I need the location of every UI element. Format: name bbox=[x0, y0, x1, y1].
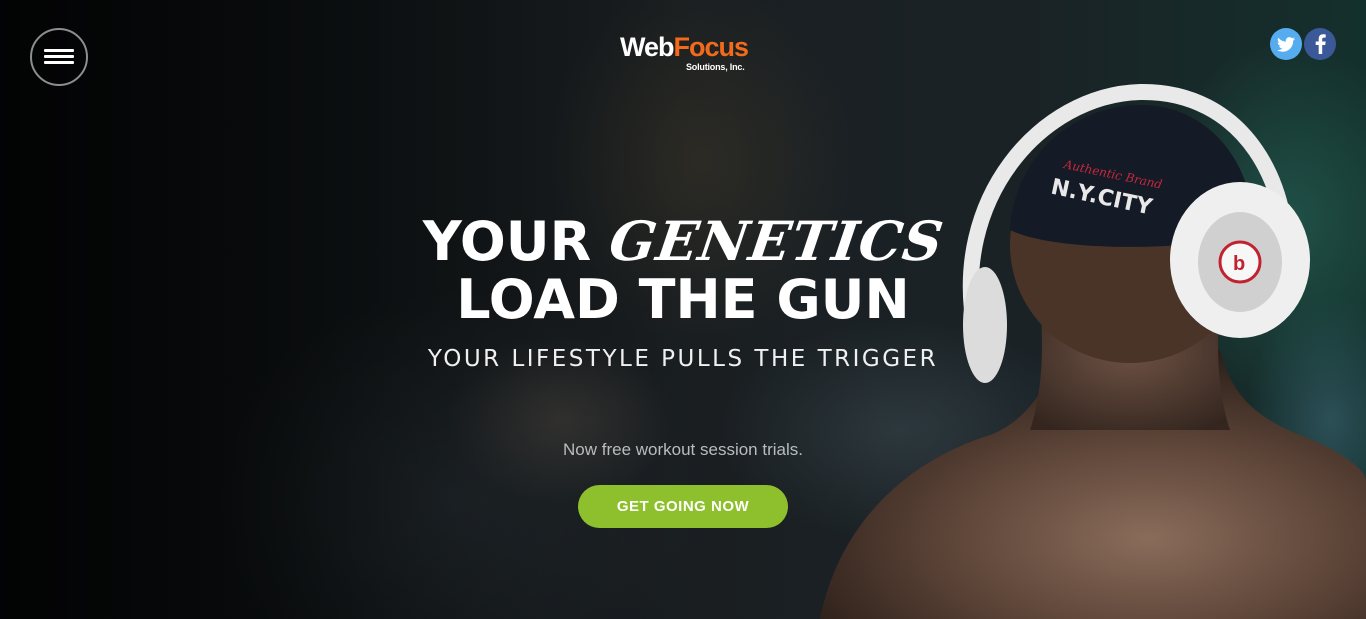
site-logo[interactable]: WebFocus Solutions, Inc. bbox=[620, 32, 750, 72]
headline-emphasis: GENETICS bbox=[605, 209, 948, 273]
facebook-button[interactable] bbox=[1304, 28, 1336, 60]
twitter-icon bbox=[1277, 36, 1295, 52]
logo-primary-web: Web bbox=[620, 32, 675, 62]
menu-button[interactable] bbox=[30, 28, 88, 86]
logo-primary-focus: Focus bbox=[673, 32, 750, 62]
hero-section: N.Y.CITY Authentic Brand b WebFocus Solu… bbox=[0, 0, 1366, 619]
get-going-now-button[interactable]: GET GOING NOW bbox=[578, 485, 788, 528]
twitter-button[interactable] bbox=[1270, 28, 1302, 60]
headline-line-2: LOAD THE GUN bbox=[456, 268, 910, 331]
headline-word-your: YOUR bbox=[422, 210, 592, 273]
logo-secondary: Solutions, Inc. bbox=[686, 62, 745, 72]
hero-subheadline: YOUR LIFESTYLE PULLS THE TRIGGER bbox=[427, 346, 939, 372]
hero-tagline: Now free workout session trials. bbox=[563, 440, 803, 459]
social-links bbox=[1270, 28, 1336, 60]
hero-headline: YOUR GENETICS LOAD THE GUN bbox=[0, 209, 1366, 331]
facebook-icon bbox=[1315, 34, 1326, 54]
headline-line-1: YOUR GENETICS bbox=[0, 209, 1366, 273]
hamburger-icon bbox=[44, 49, 74, 65]
